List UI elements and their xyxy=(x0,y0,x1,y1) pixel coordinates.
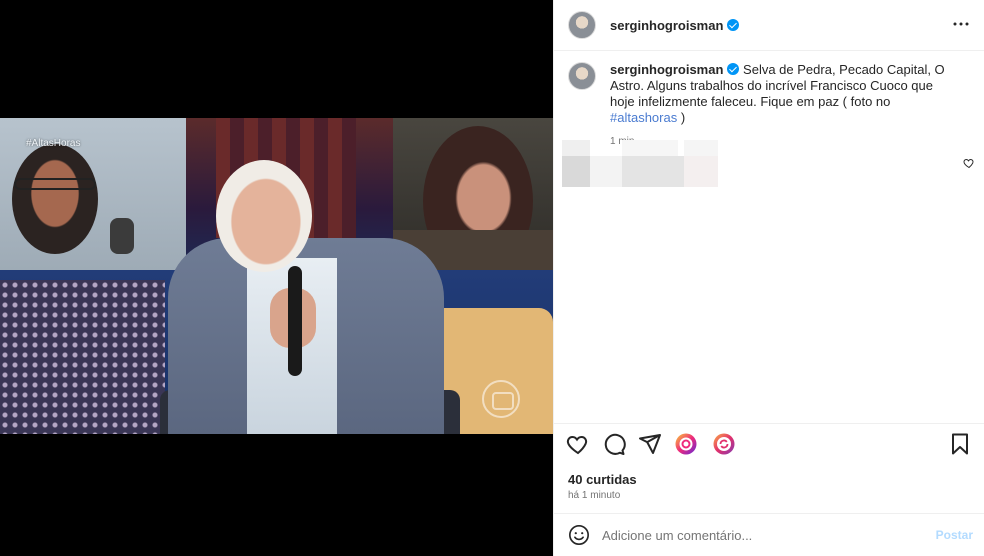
verified-badge-icon xyxy=(727,19,740,31)
post-photo: #AltasHoras xyxy=(0,118,553,434)
post-media[interactable]: #AltasHoras xyxy=(0,0,553,556)
person-left-face xyxy=(12,144,98,254)
bookmark-icon[interactable] xyxy=(948,432,972,456)
likes-count[interactable]: 40 curtidas xyxy=(568,472,637,487)
share-icon[interactable] xyxy=(638,432,662,456)
caption-hashtag-link[interactable]: #altashoras xyxy=(610,110,677,125)
tv-globo-logo xyxy=(482,380,520,418)
caption-avatar[interactable] xyxy=(568,62,596,90)
post-header: serginhogroisman xyxy=(554,0,984,51)
caption-end: ) xyxy=(677,110,686,125)
headset-shape xyxy=(110,218,134,254)
actions-bar xyxy=(566,432,976,460)
reels-remix-icon[interactable] xyxy=(674,432,698,456)
heart-icon[interactable] xyxy=(566,432,590,456)
more-options-icon[interactable] xyxy=(953,16,969,32)
blur-cell xyxy=(684,156,718,187)
comment-icon[interactable] xyxy=(602,432,626,456)
caption-username[interactable]: serginhogroisman xyxy=(610,62,723,77)
comment-like-heart-icon[interactable] xyxy=(963,157,975,169)
post-viewer: #AltasHoras serginhogroisman serginhogro… xyxy=(0,0,984,556)
caption-verified-badge-icon xyxy=(727,63,740,75)
blur-cell xyxy=(622,156,684,187)
microphone-shape xyxy=(288,266,302,376)
blurred-comment xyxy=(562,140,718,187)
comment-input[interactable] xyxy=(602,527,922,543)
remix-icon[interactable] xyxy=(712,432,736,456)
blur-cell xyxy=(562,156,590,187)
patterned-shirt-shape xyxy=(0,280,165,434)
man-face xyxy=(216,160,312,272)
post-panel: serginhogroisman serginhogroisman Selva … xyxy=(553,0,984,556)
post-caption: serginhogroisman Selva de Pedra, Pecado … xyxy=(568,62,973,150)
blur-cell xyxy=(622,140,678,156)
actions-divider xyxy=(554,423,984,424)
post-comment-button[interactable]: Postar xyxy=(936,528,973,542)
blur-cell xyxy=(590,156,622,187)
header-username[interactable]: serginhogroisman xyxy=(610,18,723,33)
caption-body: serginhogroisman Selva de Pedra, Pecado … xyxy=(610,62,955,150)
blur-cell xyxy=(684,140,718,156)
hashtag-overlay: #AltasHoras xyxy=(26,138,81,149)
glasses-shape xyxy=(14,178,96,190)
emoji-icon[interactable] xyxy=(568,524,590,546)
add-comment-row: Postar xyxy=(554,514,984,556)
post-time-ago: há 1 minuto xyxy=(568,490,621,501)
avatar[interactable] xyxy=(568,11,596,39)
blur-cell xyxy=(562,140,590,156)
